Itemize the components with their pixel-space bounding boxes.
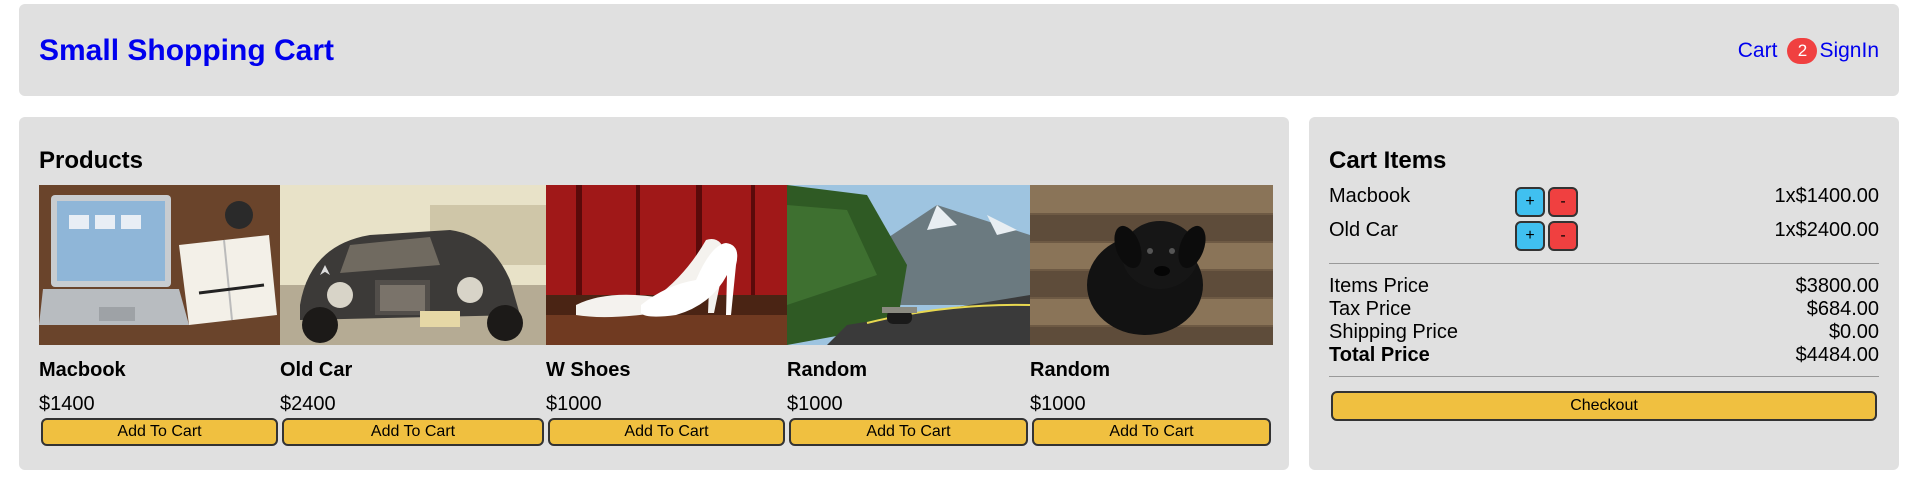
cart-divider xyxy=(1329,263,1879,264)
increase-quantity-button[interactable]: + xyxy=(1515,221,1545,251)
brand-link[interactable]: Small Shopping Cart xyxy=(39,34,334,68)
products-panel: Products Macbook $1400 Add To Cart Old C… xyxy=(19,117,1289,470)
product-card: Macbook $1400 Add To Cart xyxy=(39,185,280,455)
quantity-controls: + - xyxy=(1515,187,1578,217)
product-price: $1000 xyxy=(1030,393,1086,415)
cart-title: Cart Items xyxy=(1329,147,1447,174)
tax-price-label: Tax Price xyxy=(1329,298,1412,320)
product-price: $1000 xyxy=(546,393,602,415)
items-price-label: Items Price xyxy=(1329,275,1430,297)
add-to-cart-button[interactable]: Add To Cart xyxy=(282,418,544,446)
tax-price-row: Tax Price $684.00 xyxy=(1329,298,1879,322)
product-price: $2400 xyxy=(280,393,336,415)
cart-count-badge: 2 xyxy=(1787,38,1818,64)
checkout-button[interactable]: Checkout xyxy=(1331,391,1877,421)
product-card: Old Car $2400 Add To Cart xyxy=(280,185,546,455)
cart-link[interactable]: Cart xyxy=(1738,39,1778,63)
cart-item-qty-price: 1x$2400.00 xyxy=(1774,219,1879,241)
product-name: W Shoes xyxy=(546,359,631,381)
cart-item-name: Old Car xyxy=(1329,219,1398,241)
cart-divider xyxy=(1329,376,1879,377)
add-to-cart-button[interactable]: Add To Cart xyxy=(548,418,785,446)
add-to-cart-button[interactable]: Add To Cart xyxy=(789,418,1028,446)
tax-price-value: $684.00 xyxy=(1806,298,1879,320)
product-price: $1000 xyxy=(787,393,843,415)
top-nav: Cart 2 SignIn xyxy=(1738,38,1879,64)
top-header: Small Shopping Cart Cart 2 SignIn xyxy=(19,4,1899,96)
products-title: Products xyxy=(39,147,144,174)
black-puppy-photo[interactable] xyxy=(1030,185,1273,345)
quantity-controls: + - xyxy=(1515,221,1578,251)
laptop-photo[interactable] xyxy=(39,185,280,345)
signin-link[interactable]: SignIn xyxy=(1819,39,1879,63)
items-price-value: $3800.00 xyxy=(1795,275,1879,297)
product-card: W Shoes $1000 Add To Cart xyxy=(546,185,787,455)
shipping-price-label: Shipping Price xyxy=(1329,321,1458,343)
decrease-quantity-button[interactable]: - xyxy=(1548,221,1578,251)
total-price-row: Total Price $4484.00 xyxy=(1329,344,1879,368)
product-name: Random xyxy=(787,359,867,381)
product-name: Random xyxy=(1030,359,1110,381)
shipping-price-row: Shipping Price $0.00 xyxy=(1329,321,1879,345)
cart-item-qty-price: 1x$1400.00 xyxy=(1774,185,1879,207)
product-card: Random $1000 Add To Cart xyxy=(1030,185,1273,455)
cart-item-name: Macbook xyxy=(1329,185,1411,207)
product-name: Old Car xyxy=(280,359,353,381)
add-to-cart-button[interactable]: Add To Cart xyxy=(1032,418,1271,446)
product-name: Macbook xyxy=(39,359,126,381)
mountain-road-photo[interactable] xyxy=(787,185,1030,345)
cart-item: Old Car + - 1x$2400.00 xyxy=(1329,219,1879,251)
product-card: Random $1000 Add To Cart xyxy=(787,185,1030,455)
total-price-label: Total Price xyxy=(1329,344,1430,366)
cart-panel: Cart Items Macbook + - 1x$1400.00 Old Ca… xyxy=(1309,117,1899,470)
product-grid: Macbook $1400 Add To Cart Old Car $2400 … xyxy=(39,185,1273,455)
increase-quantity-button[interactable]: + xyxy=(1515,187,1545,217)
decrease-quantity-button[interactable]: - xyxy=(1548,187,1578,217)
shipping-price-value: $0.00 xyxy=(1828,321,1879,343)
add-to-cart-button[interactable]: Add To Cart xyxy=(41,418,278,446)
total-price-value: $4484.00 xyxy=(1795,344,1879,366)
white-heels-photo[interactable] xyxy=(546,185,787,345)
cart-item: Macbook + - 1x$1400.00 xyxy=(1329,185,1879,217)
items-price-row: Items Price $3800.00 xyxy=(1329,275,1879,299)
product-price: $1400 xyxy=(39,393,95,415)
vintage-car-photo[interactable] xyxy=(280,185,546,345)
